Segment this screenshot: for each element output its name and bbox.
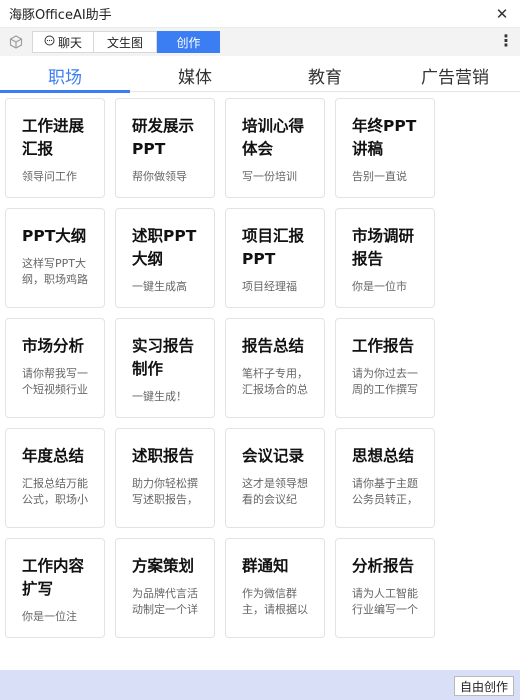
template-card-description: 一键生成！: [132, 390, 187, 403]
template-card[interactable]: 年终PPT讲稿告别一直说: [335, 98, 435, 198]
template-card-title: 报告总结: [242, 337, 305, 355]
template-card-description: 请为你过去一周的工作撰写一份工: [352, 367, 418, 396]
template-card-description: 领导问工作: [22, 170, 77, 183]
template-card[interactable]: 分析报告请为人工智能行业编写一个结构清: [335, 538, 435, 638]
cube-icon[interactable]: [0, 28, 32, 56]
template-card-description: 你是一位市: [352, 280, 407, 293]
text-to-image-tab-button[interactable]: 文生图: [94, 31, 157, 53]
template-card[interactable]: PPT大纲这样写PPT大纲，职场鸡路少走一半: [5, 208, 105, 308]
template-card-title: 工作进展汇报: [22, 117, 85, 158]
template-card-description: 请你帮我写一个短视频行业的市场: [22, 367, 88, 396]
template-card-title: 项目汇报PPT: [242, 227, 305, 268]
category-tabs: 职场 媒体 教育 广告营销: [0, 58, 520, 93]
template-card-title: 群通知: [242, 557, 289, 575]
category-tab-advertising[interactable]: 广告营销: [390, 58, 520, 92]
template-card[interactable]: 市场调研报告你是一位市: [335, 208, 435, 308]
template-card-description: 助力你轻松撰写述职报告，明晰展: [132, 477, 198, 506]
template-card-description: 笔杆子专用，汇报场合的总结发: [242, 367, 308, 396]
template-card[interactable]: 市场分析请你帮我写一个短视频行业的市场: [5, 318, 105, 418]
template-card-description: 为品牌代言活动制定一个详细创新: [132, 587, 198, 616]
chat-tab-button[interactable]: 聊天: [32, 31, 94, 53]
template-card-description: 这才是领导想看的会议纪要，三分: [242, 477, 308, 506]
category-tab-workplace[interactable]: 职场: [0, 58, 130, 93]
template-card-title: 市场分析: [22, 337, 85, 355]
template-card-title: 工作报告: [352, 337, 415, 355]
template-card[interactable]: 工作内容扩写你是一位注: [5, 538, 105, 638]
template-card[interactable]: 工作报告请为你过去一周的工作撰写一份工: [335, 318, 435, 418]
template-card-title: PPT大纲: [22, 227, 87, 245]
template-card-title: 市场调研报告: [352, 227, 415, 268]
template-card-title: 述职PPT大纲: [132, 227, 197, 268]
template-card-description: 你是一位注: [22, 610, 77, 623]
more-options-icon[interactable]: ⋮: [498, 30, 514, 54]
chat-bubble-icon: [44, 35, 55, 49]
chat-tab-label: 聊天: [57, 35, 82, 50]
template-card-title: 述职报告: [132, 447, 195, 465]
template-card-description: 请为人工智能行业编写一个结构清: [352, 587, 418, 616]
template-card-title: 会议记录: [242, 447, 305, 465]
template-card[interactable]: 工作进展汇报领导问工作: [5, 98, 105, 198]
template-card[interactable]: 实习报告制作一键生成！: [115, 318, 215, 418]
template-card[interactable]: 述职PPT大纲一键生成高: [115, 208, 215, 308]
template-card-description: 告别一直说: [352, 170, 407, 183]
category-tab-education[interactable]: 教育: [260, 58, 390, 92]
template-card-title: 分析报告: [352, 557, 415, 575]
template-card-description: 帮你做领导: [132, 170, 187, 183]
template-card[interactable]: 研发展示PPT 帮你做领导: [115, 98, 215, 198]
mode-toolbar: 聊天 文生图 创作 ⋮: [0, 28, 520, 56]
template-card-title: 工作内容扩写: [22, 557, 85, 598]
template-card-description: 汇报总结万能公式，职场小白秒变: [22, 477, 88, 506]
template-card-description: 写一份培训: [242, 170, 297, 183]
template-card-title: 实习报告制作: [132, 337, 195, 378]
free-create-button[interactable]: 自由创作: [454, 676, 514, 696]
template-card[interactable]: 会议记录这才是领导想看的会议纪要，三分: [225, 428, 325, 528]
template-card-title: 方案策划: [132, 557, 195, 575]
template-card[interactable]: 报告总结笔杆子专用，汇报场合的总结发: [225, 318, 325, 418]
footer-bar: 自由创作: [0, 670, 520, 700]
template-card-description: 这样写PPT大纲，职场鸡路少走一半: [22, 257, 88, 286]
window-title: 海豚OfficeAI助手: [9, 8, 112, 23]
template-card-title: 培训心得体会: [242, 117, 305, 158]
template-card[interactable]: 述职报告助力你轻松撰写述职报告，明晰展: [115, 428, 215, 528]
template-card-title: 思想总结: [352, 447, 415, 465]
template-card[interactable]: 思想总结请你基于主题公务员转正，生成一: [335, 428, 435, 528]
template-card-description: 一键生成高: [132, 280, 187, 293]
create-tab-button[interactable]: 创作: [157, 31, 220, 53]
template-card-title: 研发展示PPT: [132, 117, 195, 158]
template-card[interactable]: 方案策划为品牌代言活动制定一个详细创新: [115, 538, 215, 638]
template-card[interactable]: 年度总结汇报总结万能公式，职场小白秒变: [5, 428, 105, 528]
template-card[interactable]: 项目汇报PPT 项目经理福: [225, 208, 325, 308]
template-card-description: 请你基于主题公务员转正，生成一: [352, 477, 418, 506]
template-card-description: 作为微信群主，请根据以下要求: [242, 587, 308, 616]
category-tab-media[interactable]: 媒体: [130, 58, 260, 92]
template-card-description: 项目经理福: [242, 280, 297, 293]
title-bar: 海豚OfficeAI助手 ✕: [0, 0, 520, 28]
template-card-title: 年终PPT讲稿: [352, 117, 417, 158]
template-card[interactable]: 培训心得体会写一份培训: [225, 98, 325, 198]
close-icon[interactable]: ✕: [492, 4, 512, 24]
template-card-title: 年度总结: [22, 447, 85, 465]
template-card[interactable]: 群通知作为微信群主，请根据以下要求: [225, 538, 325, 638]
